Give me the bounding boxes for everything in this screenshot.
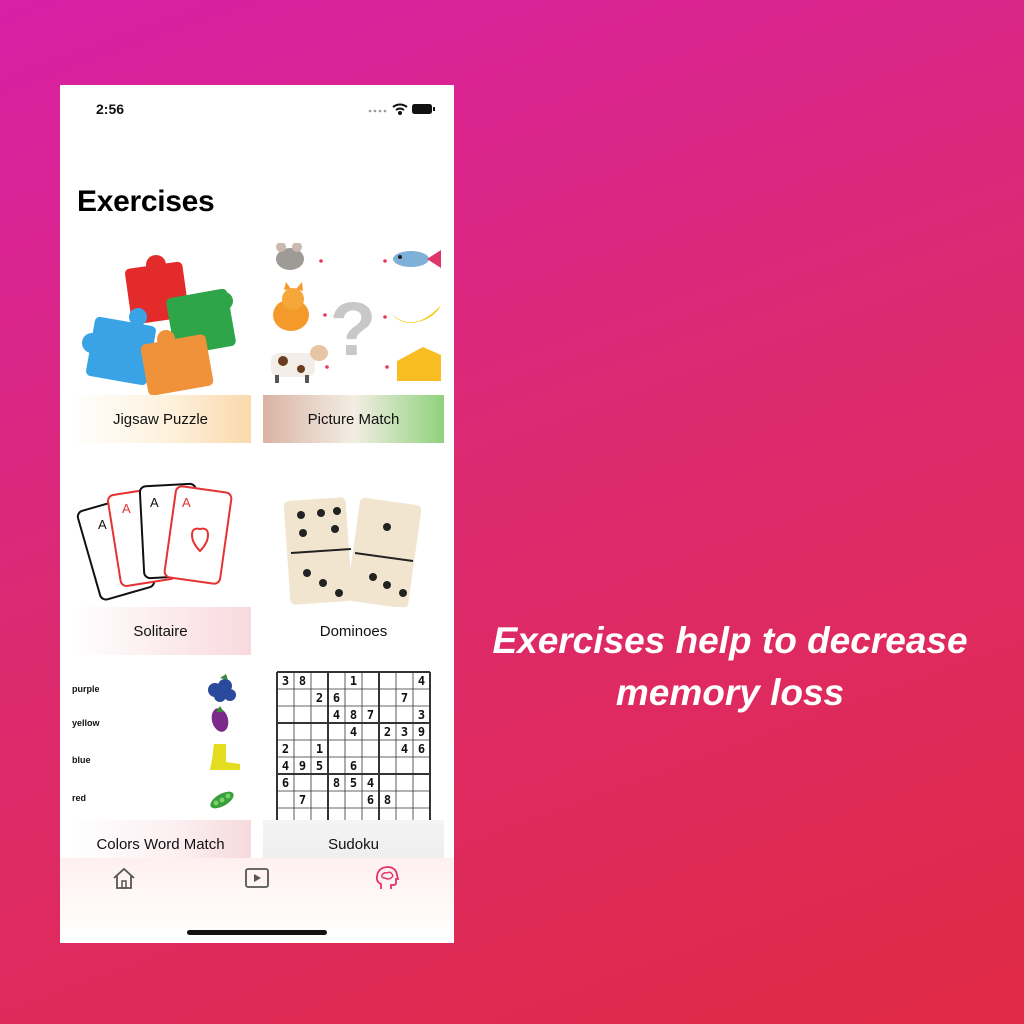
- fish-icon: [393, 250, 441, 268]
- page-title: Exercises: [77, 185, 215, 218]
- sudoku-cell: 8: [333, 776, 340, 790]
- sudoku-cell: 6: [350, 759, 357, 773]
- exercise-card-jigsaw-puzzle[interactable]: Jigsaw Puzzle: [70, 243, 251, 443]
- exercise-label: Jigsaw Puzzle: [70, 395, 251, 443]
- color-word-yellow: yellow: [72, 718, 101, 728]
- sudoku-cell: 2: [384, 725, 391, 739]
- exercise-card-sudoku[interactable]: 381426748734239214649566854768 Sudoku: [263, 668, 444, 868]
- caption-line-2: memory loss: [615, 672, 845, 713]
- sudoku-cell: 6: [282, 776, 289, 790]
- svg-text:A: A: [122, 501, 131, 516]
- sudoku-grid-image: 3 8 1 42 6 74 8 7 34 2 3 92 1 4 64 9 5 66 8 5 47 6 8: [276, 671, 431, 820]
- svg-text:A: A: [150, 495, 159, 510]
- jigsaw-puzzle-image: [82, 255, 236, 395]
- colors-word-match-image: purple yellow blue red: [72, 674, 240, 809]
- sudoku-cell: 7: [401, 691, 408, 705]
- sudoku-cell: 8: [350, 708, 357, 722]
- sudoku-cell: 4: [418, 674, 425, 688]
- svg-text:A: A: [182, 495, 191, 510]
- svg-text:A: A: [98, 517, 107, 532]
- status-icons: [368, 103, 435, 115]
- sudoku-cell: 4: [401, 742, 408, 756]
- sudoku-cell: 9: [418, 725, 425, 739]
- caption-line-1: Exercises help to decrease: [492, 620, 968, 661]
- color-word-red: red: [72, 793, 86, 803]
- banana-icon: [391, 305, 441, 323]
- wifi-icon: [392, 103, 408, 115]
- solitaire-cards-image: A A A A: [76, 482, 233, 601]
- sudoku-cell: 3: [418, 708, 425, 722]
- home-indicator: [187, 930, 327, 935]
- cat-icon: [273, 282, 309, 331]
- exercise-card-dominoes[interactable]: Dominoes: [263, 455, 444, 655]
- boot-icon: [210, 744, 240, 770]
- sudoku-cell: 6: [418, 742, 425, 756]
- exercise-card-picture-match[interactable]: ? Picture Match: [263, 243, 444, 443]
- sudoku-cell: 6: [333, 691, 340, 705]
- sudoku-cell: 3: [282, 674, 289, 688]
- sudoku-cell: 7: [367, 708, 374, 722]
- battery-icon: [412, 104, 435, 114]
- cow-icon: [271, 345, 328, 383]
- cheese-icon: [397, 347, 441, 381]
- sudoku-cell: 7: [299, 793, 306, 807]
- sudoku-cell: 8: [299, 674, 306, 688]
- sudoku-cell: 9: [299, 759, 306, 773]
- color-word-blue: blue: [72, 755, 91, 765]
- sudoku-cell: 2: [282, 742, 289, 756]
- eggplant-icon: [211, 706, 229, 732]
- sudoku-cell: 8: [384, 793, 391, 807]
- picture-match-image: ?: [271, 243, 441, 383]
- exercise-label: Picture Match: [263, 395, 444, 443]
- sudoku-cell: 4: [367, 776, 374, 790]
- brain-icon[interactable]: [373, 864, 401, 892]
- sudoku-cell: 6: [367, 793, 374, 807]
- color-word-purple: purple: [72, 684, 100, 694]
- promo-caption: Exercises help to decrease memory loss: [490, 615, 970, 719]
- dominoes-image: [283, 497, 422, 607]
- sudoku-cell: 4: [282, 759, 289, 773]
- sudoku-cell: 3: [401, 725, 408, 739]
- signal-icon: [368, 109, 387, 113]
- exercise-label: Solitaire: [70, 607, 251, 655]
- exercise-card-colors-word-match[interactable]: purple yellow blue red Colors Word Match: [70, 668, 251, 868]
- blueberries-icon: [208, 674, 236, 702]
- sudoku-cell: 2: [316, 691, 323, 705]
- pea-pod-icon: [210, 791, 234, 809]
- exercise-card-solitaire[interactable]: A A A A Solitaire: [70, 455, 251, 655]
- sudoku-cell: 4: [333, 708, 340, 722]
- sudoku-cell: 5: [316, 759, 323, 773]
- sudoku-cell: 1: [316, 742, 323, 756]
- status-bar: 2:56: [60, 85, 454, 133]
- question-mark-icon: ?: [330, 287, 376, 372]
- status-time: 2:56: [96, 101, 125, 117]
- mouse-icon: [276, 243, 304, 270]
- sudoku-cell: 4: [350, 725, 357, 739]
- home-icon[interactable]: [110, 864, 138, 892]
- sudoku-cell: 1: [350, 674, 357, 688]
- exercise-label: Dominoes: [263, 607, 444, 655]
- phone-screen: 2:56 Exercises Jigsaw Puzzle ? Picture M…: [60, 85, 454, 943]
- sudoku-cell: 5: [350, 776, 357, 790]
- video-icon[interactable]: [243, 864, 271, 892]
